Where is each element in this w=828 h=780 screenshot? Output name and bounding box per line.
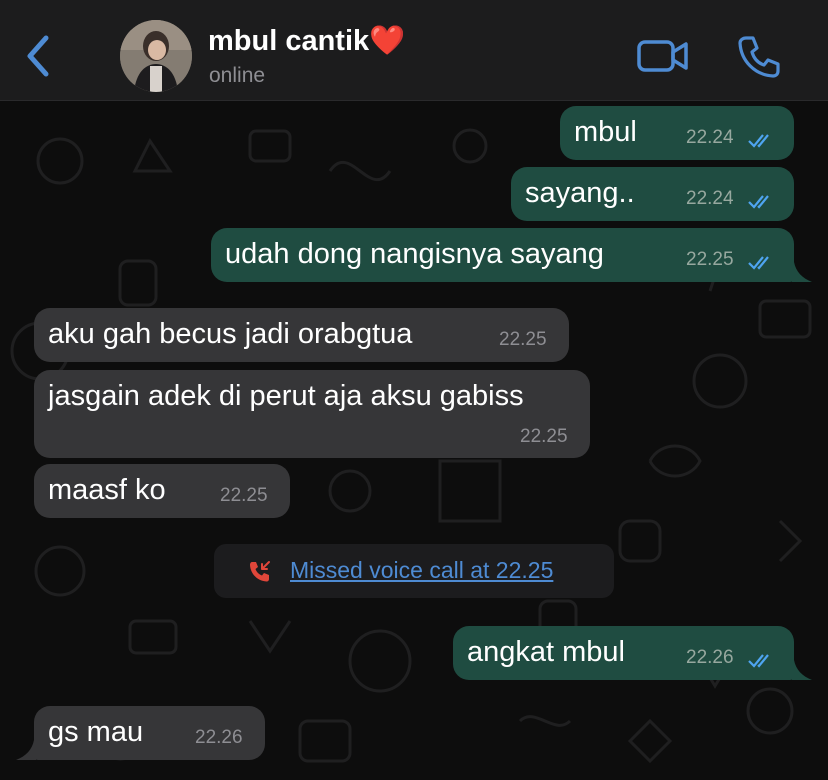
bubble-tail	[16, 740, 36, 760]
message-bubble-outgoing[interactable]: udah dong nangisnya sayang 22.25	[211, 228, 794, 282]
message-list[interactable]: mbul 22.24 sayang.. 22.24 udah dong nang…	[0, 101, 828, 780]
phone-icon	[738, 36, 780, 78]
message-time: 22.25	[220, 485, 268, 506]
read-receipt-icon	[748, 654, 769, 668]
read-receipt-icon	[748, 195, 769, 209]
voice-call-button[interactable]	[736, 34, 782, 80]
read-receipt-icon	[748, 256, 769, 270]
bubble-tail	[792, 660, 812, 680]
message-time: 22.24	[686, 188, 734, 209]
message-text: udah dong nangisnya sayang	[225, 238, 604, 270]
message-text: aku gah becus jadi orabgtua	[48, 318, 413, 350]
missed-call-text[interactable]: Missed voice call at 22.25	[290, 557, 553, 584]
message-text: angkat mbul	[467, 636, 625, 668]
message-bubble-outgoing[interactable]: mbul 22.24	[560, 106, 794, 160]
message-text: mbul	[574, 116, 637, 148]
missed-call-icon	[250, 561, 270, 582]
bubble-tail	[792, 262, 812, 282]
chat-header: mbul cantik❤️ online	[0, 0, 828, 101]
video-call-button[interactable]	[636, 38, 690, 74]
message-time: 22.25	[499, 329, 547, 350]
back-button[interactable]	[22, 34, 56, 78]
message-time: 22.25	[686, 249, 734, 270]
message-bubble-incoming[interactable]: jasgain adek di perut aja aksu gabiss 22…	[34, 370, 590, 458]
message-time: 22.26	[686, 647, 734, 668]
avatar-image	[120, 20, 192, 92]
message-bubble-incoming[interactable]: aku gah becus jadi orabgtua 22.25	[34, 308, 569, 362]
contact-status: online	[209, 64, 266, 87]
contact-name[interactable]: mbul cantik❤️	[208, 24, 405, 58]
message-text: gs mau	[48, 716, 144, 748]
message-bubble-outgoing[interactable]: angkat mbul 22.26	[453, 626, 794, 680]
message-time: 22.26	[195, 727, 243, 748]
avatar[interactable]	[120, 20, 192, 92]
message-text: jasgain adek di perut aja aksu gabiss	[48, 380, 524, 412]
message-bubble-incoming[interactable]: maasf ko 22.25	[34, 464, 290, 518]
message-bubble-incoming[interactable]: gs mau 22.26	[34, 706, 265, 760]
chevron-left-icon	[27, 35, 49, 77]
message-bubble-outgoing[interactable]: sayang.. 22.24	[511, 167, 794, 221]
video-camera-icon	[637, 40, 688, 72]
message-time: 22.24	[686, 127, 734, 148]
message-time: 22.25	[520, 426, 568, 447]
missed-call-notice[interactable]: Missed voice call at 22.25	[214, 544, 614, 598]
read-receipt-icon	[748, 134, 769, 148]
message-text: sayang..	[525, 177, 635, 209]
message-text: maasf ko	[48, 474, 166, 506]
